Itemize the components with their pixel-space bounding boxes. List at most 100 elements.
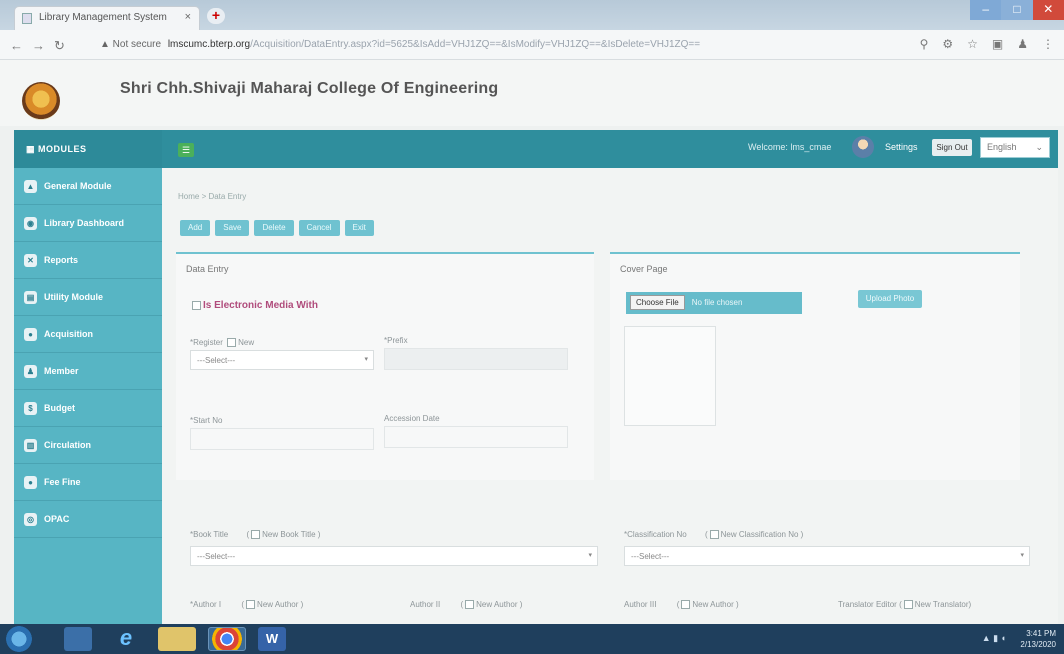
clock[interactable]: 3:41 PM 2/13/2020	[1020, 628, 1056, 650]
chevron-down-icon: ▾	[588, 552, 592, 559]
exit-button[interactable]: Exit	[344, 220, 374, 236]
internet-explorer-icon[interactable]: e	[112, 627, 140, 651]
sidebar-item-label: Member	[44, 366, 79, 376]
not-secure-label: ▲ Not secure	[100, 39, 162, 50]
cover-photo-preview	[624, 326, 716, 426]
register-select[interactable]: ---Select--- ▾	[190, 350, 374, 370]
add-button[interactable]: Add	[180, 220, 211, 236]
sidebar-item-fee-fine[interactable]: ● Fee Fine	[14, 464, 162, 501]
start-button[interactable]	[6, 626, 32, 652]
sidebar-item-circulation[interactable]: ▥ Circulation	[14, 427, 162, 464]
save-button[interactable]: Save	[215, 220, 250, 236]
circulation-icon: ▥	[24, 438, 37, 452]
book-title-select[interactable]: ---Select--- ▾	[190, 546, 598, 566]
sidebar-item-label: Utility Module	[44, 292, 103, 302]
classification-label: *Classification No (New Classification N…	[624, 530, 804, 540]
url-path: /Acquisition/DataEntry.aspx?id=5625&IsAd…	[250, 39, 701, 50]
browser-tab[interactable]: Library Management System ×	[14, 6, 200, 30]
sidebar-item-opac[interactable]: ◎ OPAC	[14, 501, 162, 538]
member-icon: ♟	[24, 364, 37, 378]
tab-close-icon[interactable]: ×	[185, 11, 191, 23]
reload-icon[interactable]: ↻	[54, 38, 65, 54]
minimize-icon[interactable]: –	[970, 0, 1002, 20]
new-register-checkbox[interactable]	[227, 338, 237, 348]
maximize-icon[interactable]: □	[1001, 0, 1033, 20]
sidebar-item-acquisition[interactable]: ● Acquisition	[14, 316, 162, 353]
forward-icon[interactable]: →	[32, 38, 45, 53]
sidebar-item-utility-module[interactable]: ▤ Utility Module	[14, 279, 162, 316]
back-icon[interactable]: ←	[10, 38, 23, 53]
page-favicon-icon	[22, 13, 32, 24]
account-icon[interactable]: ♟	[1017, 37, 1028, 51]
address-bar: ← → ↻ ▲ Not secure lmscumc.bterp.org/Acq…	[0, 30, 1064, 60]
new-translator-label: New Translator	[914, 600, 969, 609]
screen-icon[interactable]: ▣	[992, 37, 1003, 51]
word-icon[interactable]: W	[258, 627, 286, 651]
new-classification-checkbox[interactable]	[709, 530, 719, 540]
sidebar-item-label: Acquisition	[44, 329, 93, 339]
system-tray-icons[interactable]: ▲ ▮ ◖	[982, 633, 1006, 644]
sidebar-item-reports[interactable]: ✕ Reports	[14, 242, 162, 279]
choose-file-button[interactable]: Choose File	[630, 295, 685, 310]
sidebar-item-label: Fee Fine	[44, 477, 81, 487]
new-classification-label: New Classification No	[720, 530, 799, 539]
delete-button[interactable]: Delete	[254, 220, 294, 236]
author-2-label: Author II (New Author )	[410, 600, 523, 610]
cover-page-panel: Cover Page Choose File No file chosen Up…	[610, 252, 1020, 480]
acquisition-icon: ●	[24, 327, 37, 341]
new-register-label: New	[238, 338, 255, 347]
sidebar-item-budget[interactable]: $ Budget	[14, 390, 162, 427]
start-no-label: *Start No	[190, 416, 223, 425]
action-toolbar: Add Save Delete Cancel Exit	[180, 220, 374, 236]
new-author-2-label: New Author	[476, 600, 518, 609]
bookmark-star-icon[interactable]: ☆	[967, 37, 978, 51]
data-entry-panel: Data Entry Is Electronic Media With *Reg…	[176, 252, 594, 480]
cover-page-title: Cover Page	[620, 264, 668, 274]
classification-select-value: ---Select---	[631, 552, 670, 561]
author-1-label: *Author I (New Author )	[190, 600, 304, 610]
sidebar-item-label: Budget	[44, 403, 75, 413]
chevron-down-icon: ▾	[364, 356, 368, 363]
zoom-icon[interactable]: ⚲	[920, 37, 929, 51]
file-explorer-icon[interactable]	[158, 627, 196, 651]
menu-dots-icon[interactable]: ⋮	[1042, 37, 1054, 51]
sign-out-button[interactable]: Sign Out	[932, 139, 972, 156]
url-field[interactable]: ▲ Not secure lmscumc.bterp.org/Acquisiti…	[100, 36, 880, 54]
chrome-icon[interactable]	[208, 627, 246, 651]
sidebar-item-library-dashboard[interactable]: ◉ Library Dashboard	[14, 205, 162, 242]
electronic-media-label: Is Electronic Media With	[203, 300, 318, 311]
prefix-input[interactable]	[384, 348, 568, 370]
new-book-title-checkbox[interactable]	[251, 530, 261, 540]
menu-toggle-icon[interactable]: ☰	[178, 143, 194, 157]
modules-heading[interactable]: ▦ MODULES	[14, 130, 162, 168]
sidebar-item-label: Circulation	[44, 440, 92, 450]
avatar[interactable]	[852, 136, 874, 158]
new-translator-checkbox[interactable]	[903, 600, 913, 610]
clock-time: 3:41 PM	[1026, 629, 1056, 638]
language-select[interactable]: English ⌄	[980, 137, 1050, 158]
sidebar-item-general-module[interactable]: ▲ General Module	[14, 168, 162, 205]
author-3-label: Author III (New Author )	[624, 600, 739, 610]
close-window-icon[interactable]: ✕	[1032, 0, 1064, 20]
new-author-2-checkbox[interactable]	[465, 600, 475, 610]
electronic-media-checkbox[interactable]	[192, 300, 201, 310]
upload-photo-button[interactable]: Upload Photo	[858, 290, 922, 308]
media-app-icon[interactable]	[64, 627, 92, 651]
accession-date-input[interactable]	[384, 426, 568, 448]
modules-sidebar: ▦ MODULES ▲ General Module ◉ Library Dashb…	[14, 130, 162, 624]
settings-link[interactable]: Settings	[885, 142, 918, 152]
extension-icon[interactable]: ⚙	[942, 37, 953, 51]
electronic-media-option[interactable]: Is Electronic Media With	[190, 300, 318, 311]
new-author-3-checkbox[interactable]	[681, 600, 691, 610]
new-author-1-checkbox[interactable]	[246, 600, 256, 610]
sidebar-item-member[interactable]: ♟ Member	[14, 353, 162, 390]
breadcrumb: Home > Data Entry	[178, 192, 247, 201]
college-logo	[22, 82, 60, 120]
sidebar-item-label: General Module	[44, 181, 112, 191]
new-book-title-label: New Book Title	[262, 530, 316, 539]
classification-select[interactable]: ---Select--- ▾	[624, 546, 1030, 566]
new-tab-button[interactable]: +	[207, 8, 225, 24]
cancel-button[interactable]: Cancel	[298, 220, 340, 236]
prefix-label: *Prefix	[384, 336, 408, 345]
start-no-input[interactable]	[190, 428, 374, 450]
